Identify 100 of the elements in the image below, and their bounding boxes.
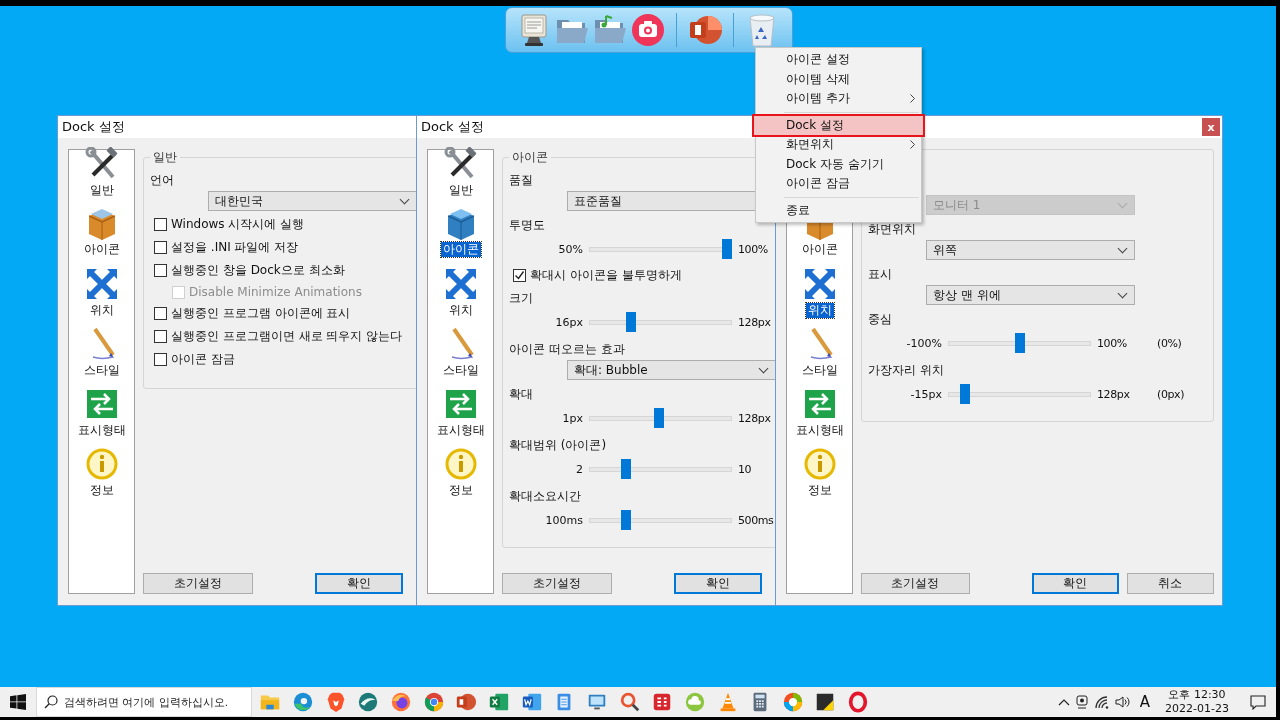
search-field[interactable]: 검색하려면 여기에 입력하십시오. bbox=[36, 687, 252, 717]
category-item[interactable]: 표시형태 bbox=[69, 387, 134, 437]
slider-max-label: 500ms bbox=[738, 513, 775, 527]
slider-thumb[interactable] bbox=[959, 384, 970, 404]
category-item[interactable]: 스타일 bbox=[428, 327, 493, 377]
checkbox-label: 설정을 .INI 파일에 저장 bbox=[171, 239, 299, 256]
slider-thumb[interactable] bbox=[1014, 333, 1025, 353]
field-label: 화면위치 bbox=[868, 222, 916, 237]
slider-thumb[interactable] bbox=[620, 459, 631, 479]
slider[interactable] bbox=[589, 408, 732, 428]
slider-thumb[interactable] bbox=[620, 510, 631, 530]
box-icon bbox=[447, 209, 474, 240]
swirl-icon[interactable] bbox=[357, 691, 380, 713]
category-item[interactable]: 아이콘 bbox=[69, 207, 134, 257]
clock[interactable]: 오후 12:30 2022-01-23 bbox=[1165, 688, 1229, 716]
menu-item[interactable]: 아이콘 설정 bbox=[756, 50, 921, 70]
checkbox[interactable] bbox=[154, 353, 167, 366]
dialog-button[interactable]: 확인 bbox=[315, 573, 403, 594]
menu-item[interactable]: 아이콘 잠금 bbox=[756, 174, 921, 194]
category-item[interactable]: 정보 bbox=[69, 447, 134, 497]
notification-icon[interactable] bbox=[1250, 694, 1266, 710]
field-label: 크기 bbox=[509, 291, 533, 306]
checkbox[interactable] bbox=[154, 264, 167, 277]
checkbox[interactable] bbox=[513, 269, 526, 282]
category-item[interactable]: 아이콘 bbox=[428, 207, 493, 257]
presentation-icon[interactable] bbox=[455, 691, 478, 713]
slider[interactable] bbox=[589, 510, 732, 530]
field-label: 아이콘 떠오르는 효과 bbox=[509, 342, 625, 357]
slider-min-label: -100% bbox=[905, 336, 942, 350]
checkbox-label: 확대시 아이콘을 불투명하게 bbox=[530, 267, 682, 284]
category-item[interactable]: 스타일 bbox=[69, 327, 134, 377]
category-item[interactable]: 위치 bbox=[428, 267, 493, 317]
dialog-button[interactable]: 초기설정 bbox=[861, 573, 970, 594]
windows-logo-icon[interactable] bbox=[10, 694, 26, 710]
slider[interactable] bbox=[589, 239, 732, 259]
category-item[interactable]: 정보 bbox=[787, 447, 852, 497]
wifi-icon[interactable] bbox=[1093, 695, 1110, 709]
browser-icon[interactable] bbox=[389, 691, 412, 713]
dialog-button[interactable]: 확인 bbox=[1031, 573, 1119, 594]
dropdown[interactable]: 확대: Bubble bbox=[567, 360, 776, 380]
slider[interactable] bbox=[948, 333, 1091, 353]
browser-icon[interactable] bbox=[292, 691, 314, 713]
dropdown[interactable]: 대한민국 bbox=[208, 191, 417, 211]
spreadsheet-icon[interactable] bbox=[487, 691, 510, 713]
slider[interactable] bbox=[948, 384, 1091, 404]
slider-max-label: 128px bbox=[738, 411, 772, 425]
slider-max-label: 100% bbox=[738, 242, 769, 256]
checkbox-label: Windows 시작시에 실행 bbox=[171, 216, 305, 233]
menu-item[interactable]: 아이템 추가 bbox=[756, 89, 921, 109]
camera-icon[interactable] bbox=[630, 12, 666, 48]
speaker-icon[interactable] bbox=[1114, 695, 1131, 709]
checkbox[interactable] bbox=[154, 307, 167, 320]
swap-arrows-icon bbox=[443, 387, 478, 421]
dialog-button[interactable]: 확인 bbox=[674, 573, 762, 594]
magnifier-icon[interactable] bbox=[618, 691, 641, 713]
slider-value: (0%) bbox=[1157, 336, 1183, 350]
slider-thumb[interactable] bbox=[626, 312, 637, 332]
slider-thumb[interactable] bbox=[654, 408, 665, 428]
field-label: 확대 bbox=[509, 387, 533, 402]
swap-arrows-icon bbox=[84, 387, 119, 421]
menu-item[interactable]: Dock 설정 bbox=[754, 115, 923, 135]
checkbox[interactable] bbox=[154, 218, 167, 231]
slider-min-label: 16px bbox=[554, 315, 583, 329]
browser-icon[interactable] bbox=[422, 691, 445, 713]
checkbox[interactable] bbox=[154, 330, 167, 343]
dropdown[interactable]: 위쪽 bbox=[926, 240, 1135, 260]
slider[interactable] bbox=[589, 312, 732, 332]
webcam-icon[interactable] bbox=[1074, 694, 1089, 710]
input-method-indicator[interactable]: A bbox=[1139, 693, 1151, 711]
box-icon bbox=[88, 209, 115, 240]
category-item[interactable]: 정보 bbox=[428, 447, 493, 497]
category-item[interactable]: 스타일 bbox=[787, 327, 852, 377]
search-icon bbox=[44, 695, 58, 709]
checkbox[interactable] bbox=[154, 241, 167, 254]
slider[interactable] bbox=[589, 459, 732, 479]
document-icon[interactable] bbox=[520, 691, 543, 713]
window-title: Dock 설정 bbox=[421, 118, 484, 136]
field-label: 투명도 bbox=[509, 218, 545, 233]
category-item[interactable]: 일반 bbox=[428, 147, 493, 197]
category-item[interactable]: 위치 bbox=[787, 267, 852, 317]
category-item[interactable]: 일반 bbox=[69, 147, 134, 197]
dialog-button[interactable]: 초기설정 bbox=[502, 573, 612, 594]
ring-icon[interactable] bbox=[847, 691, 870, 713]
checkbox-label: 실행중인 프로그램 아이콘에 표시 bbox=[171, 305, 351, 322]
field-label: 가장자리 위치 bbox=[868, 363, 944, 378]
browser-icon[interactable] bbox=[781, 691, 804, 713]
menu-item[interactable]: 아이템 삭제 bbox=[756, 69, 921, 89]
dropdown[interactable]: 항상 맨 위에 bbox=[926, 285, 1135, 305]
dialog-button[interactable]: 취소 bbox=[1126, 573, 1214, 594]
chevron-up-icon[interactable] bbox=[1057, 698, 1070, 706]
cloud-icon[interactable] bbox=[683, 691, 706, 713]
dialog-button[interactable]: 초기설정 bbox=[143, 573, 253, 594]
category-item[interactable]: 표시형태 bbox=[787, 387, 852, 437]
category-item[interactable]: 표시형태 bbox=[428, 387, 493, 437]
slider-max-label: 128px bbox=[1097, 387, 1131, 401]
menu-item[interactable]: Dock 자동 숨기기 bbox=[756, 154, 921, 174]
slider-thumb[interactable] bbox=[722, 239, 732, 259]
menu-item[interactable]: 화면위치 bbox=[756, 135, 921, 155]
close-button[interactable]: x bbox=[1202, 118, 1220, 136]
category-item[interactable]: 위치 bbox=[69, 267, 134, 317]
